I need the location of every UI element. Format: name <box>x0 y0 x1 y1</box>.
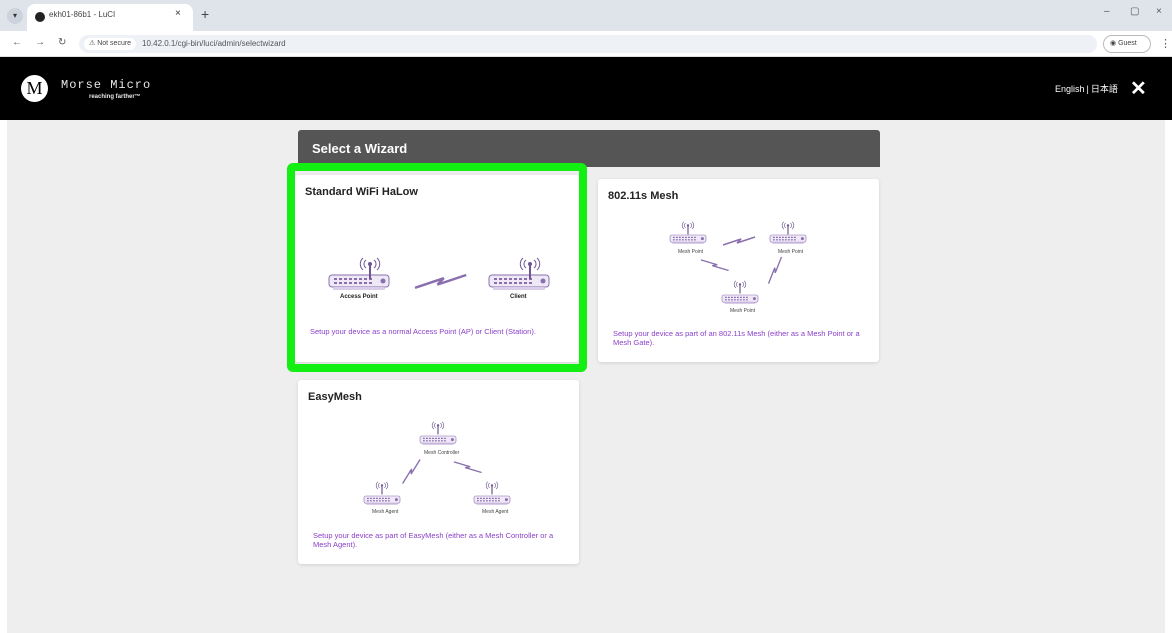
lightning-link-icon <box>722 236 756 246</box>
language-switcher: English | 日本語 <box>1055 82 1118 95</box>
back-arrow-icon[interactable]: ← <box>12 37 22 48</box>
lang-japanese-link[interactable]: 日本語 <box>1091 84 1118 94</box>
lang-separator: | <box>1086 84 1089 94</box>
diagram-label: Mesh Point <box>778 249 804 255</box>
router-icon <box>419 435 457 446</box>
profile-guest-button[interactable]: ◉ Guest <box>1103 35 1151 53</box>
easymesh-diagram: Mesh Controller Mesh Agent Mesh Agent <box>363 421 511 515</box>
antenna-icon <box>681 221 695 235</box>
antenna-icon <box>485 481 499 495</box>
url-text[interactable]: 10.42.0.1/cgi-bin/luci/admin/selectwizar… <box>142 39 286 48</box>
reload-icon[interactable]: ↻ <box>58 37 66 48</box>
antenna-icon <box>781 221 795 235</box>
brand-tagline: reaching farther™ <box>89 94 141 100</box>
diagram-label: Mesh Point <box>730 308 756 314</box>
diagram-label: Mesh Agent <box>372 509 399 515</box>
wizard-title: 802.11s Mesh <box>608 190 679 202</box>
new-tab-button[interactable]: + <box>201 6 209 22</box>
forward-arrow-icon[interactable]: → <box>35 37 45 48</box>
minimize-button[interactable]: – <box>1104 6 1110 17</box>
tab-close-button[interactable]: × <box>175 8 181 19</box>
wizard-description: Setup your device as part of EasyMesh (e… <box>313 531 554 549</box>
favicon-icon <box>35 12 45 22</box>
tab-search-button[interactable]: ▾ <box>7 8 23 24</box>
router-icon <box>769 234 807 245</box>
lightning-link-icon <box>700 253 730 278</box>
router-icon <box>473 495 511 506</box>
router-icon <box>363 495 401 506</box>
lightning-link-icon <box>762 256 788 285</box>
diagram-label: Mesh Controller <box>424 450 460 456</box>
window-close-button[interactable]: × <box>1156 6 1162 17</box>
diagram-label: Mesh Agent <box>482 509 509 515</box>
mesh-diagram: Mesh Point Mesh Point Mesh Point <box>669 221 807 314</box>
browser-tab-bar: ▾ ekh01-86b1 - LuCI × + – ▢ × <box>0 0 1172 31</box>
lightning-link-icon <box>453 455 483 480</box>
wizard-card-80211s-mesh[interactable]: 802.11s Mesh Mesh Point Mesh Point Mesh … <box>598 179 879 362</box>
browser-toolbar: ← → ↻ ⚠ Not secure 10.42.0.1/cgi-bin/luc… <box>0 31 1172 57</box>
page-title: Select a Wizard <box>312 141 408 156</box>
lightning-link-icon <box>397 458 426 485</box>
profile-icon: ◉ <box>1110 40 1119 47</box>
not-secure-badge[interactable]: ⚠ Not secure <box>84 38 137 50</box>
morse-micro-logo: M <box>21 75 48 102</box>
antenna-icon <box>733 280 747 294</box>
app-header: M Morse Micro reaching farther™ English |… <box>0 57 1172 120</box>
brand-name: Morse Micro <box>61 78 152 92</box>
lang-english-link[interactable]: English <box>1055 84 1085 94</box>
wizard-title: EasyMesh <box>308 391 362 403</box>
maximize-button[interactable]: ▢ <box>1130 6 1139 17</box>
page-title-bar: Select a Wizard <box>298 130 880 167</box>
browser-tab[interactable]: ekh01-86b1 - LuCI × <box>27 4 193 31</box>
wizard-description: Setup your device as part of an 802.11s … <box>613 329 860 347</box>
diagram-label: Mesh Point <box>678 249 704 255</box>
close-wizard-button[interactable]: ✕ <box>1130 76 1147 101</box>
antenna-icon <box>375 481 389 495</box>
router-icon <box>721 294 759 305</box>
address-bar[interactable]: ⚠ Not secure 10.42.0.1/cgi-bin/luci/admi… <box>79 35 1097 53</box>
tab-title: ekh01-86b1 - LuCI <box>49 10 116 19</box>
router-icon <box>669 234 707 245</box>
browser-menu-icon[interactable]: ⋮ <box>1160 37 1171 50</box>
antenna-icon <box>431 421 445 435</box>
selection-highlight <box>287 163 587 372</box>
guest-label: Guest <box>1118 40 1137 47</box>
wizard-card-easymesh[interactable]: EasyMesh Mesh Controller Mesh Agent Mesh… <box>298 380 579 564</box>
